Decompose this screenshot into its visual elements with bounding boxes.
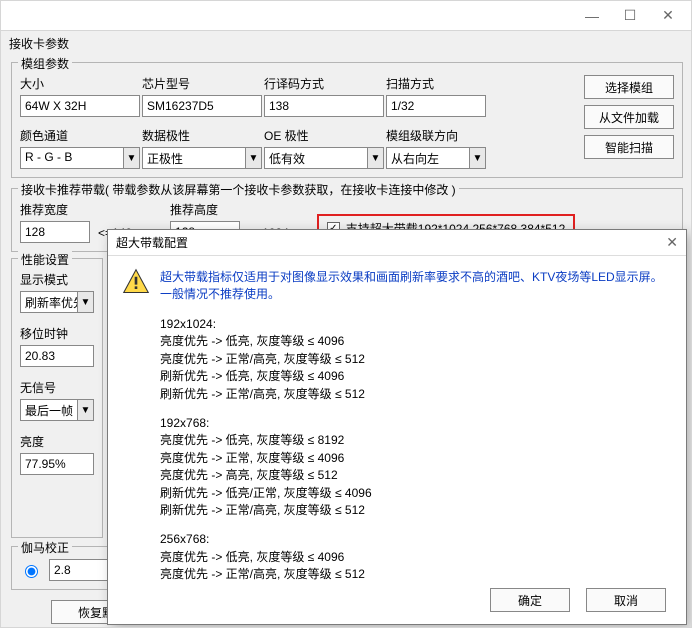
spec-line: 亮度优先 -> 正常/高亮, 灰度等级 ≤ 512 [160, 351, 670, 368]
module-params-legend: 模组参数 [18, 55, 72, 72]
dialog-body: 超大带载指标仅适用于对图像显示效果和画面刷新率要求不高的酒吧、KTV夜场等LED… [108, 256, 686, 580]
scan-label: 扫描方式 [386, 75, 486, 92]
chip-input[interactable] [142, 95, 262, 117]
maximize-button[interactable]: ☐ [611, 5, 649, 27]
spec-line: 亮度优先 -> 低亮, 灰度等级 ≤ 4096 [160, 333, 670, 350]
rec-height-label: 推荐高度 [170, 201, 240, 218]
cascade-select[interactable]: 从右向左 ▼ [386, 147, 486, 169]
spec-line: 刷新优先 -> 正常/高亮, 灰度等级 ≤ 512 [160, 386, 670, 403]
ok-button[interactable]: 确定 [490, 588, 570, 612]
chevron-down-icon: ▼ [123, 148, 139, 168]
chevron-down-icon: ▼ [77, 400, 93, 420]
spec-line: 亮度优先 -> 正常, 灰度等级 ≤ 4096 [160, 450, 670, 467]
gamma-legend: 伽马校正 [18, 539, 72, 556]
display-mode-label: 显示模式 [20, 271, 94, 288]
dialog-titlebar: 超大带载配置 ✕ [108, 230, 686, 256]
color-select[interactable]: R - G - B ▼ [20, 147, 140, 169]
chevron-down-icon: ▼ [367, 148, 383, 168]
huge-load-config-dialog: 超大带载配置 ✕ 超大带载指标仅适用于对图像显示效果和画面刷新率要求不高的酒吧、… [107, 229, 687, 625]
spec-line: 刷新优先 -> 正常/高亮, 灰度等级 ≤ 512 [160, 502, 670, 519]
rec-width-input[interactable] [20, 221, 90, 243]
chevron-down-icon: ▼ [77, 292, 93, 312]
gamma-value-input[interactable] [49, 559, 109, 581]
spec-block: 192x768:亮度优先 -> 低亮, 灰度等级 ≤ 8192亮度优先 -> 正… [160, 415, 670, 519]
dialog-title: 超大带载配置 [116, 234, 188, 251]
window-title: 接收卡参数 [1, 31, 691, 52]
minimize-button[interactable]: — [573, 5, 611, 27]
decode-input[interactable] [264, 95, 384, 117]
spec-line: 亮度优先 -> 高亮, 灰度等级 ≤ 512 [160, 467, 670, 484]
shift-clock-label: 移位时钟 [20, 325, 94, 342]
decode-label: 行译码方式 [264, 75, 384, 92]
chevron-down-icon: ▼ [245, 148, 261, 168]
oe-select[interactable]: 低有效 ▼ [264, 147, 384, 169]
spec-line: 刷新优先 -> 低亮, 灰度等级 ≤ 4096 [160, 368, 670, 385]
spec-header: 192x768: [160, 415, 670, 432]
recommend-legend: 接收卡推荐带载( 带载参数从该屏幕第一个接收卡参数获取，在接收卡连接中修改 ) [18, 181, 459, 198]
chip-label: 芯片型号 [142, 75, 262, 92]
oe-label: OE 极性 [264, 127, 384, 144]
main-window: — ☐ ✕ 接收卡参数 模组参数 大小 芯片型号 行译码方式 [0, 0, 692, 628]
scan-input[interactable] [386, 95, 486, 117]
warning-icon [122, 268, 150, 296]
data-polarity-select[interactable]: 正极性 ▼ [142, 147, 262, 169]
titlebar: — ☐ ✕ [1, 1, 691, 31]
color-label: 颜色通道 [20, 127, 140, 144]
select-module-button[interactable]: 选择模组 [584, 75, 674, 99]
rec-width-label: 推荐宽度 [20, 201, 90, 218]
close-icon[interactable]: ✕ [666, 234, 678, 251]
perf-group: 性能设置 显示模式 刷新率优先 ▼ 移位时钟 无信号 最后一帧 ▼ [11, 258, 103, 538]
spec-line: 亮度优先 -> 低亮, 灰度等级 ≤ 4096 [160, 549, 670, 566]
brightness-input[interactable] [20, 453, 94, 475]
gamma-radio[interactable] [25, 565, 38, 578]
brightness-label: 亮度 [20, 433, 94, 450]
nosignal-label: 无信号 [20, 379, 94, 396]
spec-header: 256x768: [160, 531, 670, 548]
spec-line: 亮度优先 -> 正常/高亮, 灰度等级 ≤ 512 [160, 566, 670, 580]
shift-clock-input[interactable] [20, 345, 94, 367]
spec-list: 192x1024:亮度优先 -> 低亮, 灰度等级 ≤ 4096亮度优先 -> … [160, 316, 670, 580]
warning-text: 超大带载指标仅适用于对图像显示效果和画面刷新率要求不高的酒吧、KTV夜场等LED… [160, 268, 663, 302]
nosignal-select[interactable]: 最后一帧 ▼ [20, 399, 94, 421]
spec-line: 刷新优先 -> 低亮/正常, 灰度等级 ≤ 4096 [160, 485, 670, 502]
data-polarity-label: 数据极性 [142, 127, 262, 144]
module-params-group: 模组参数 大小 芯片型号 行译码方式 [11, 62, 683, 178]
spec-block: 256x768:亮度优先 -> 低亮, 灰度等级 ≤ 4096亮度优先 -> 正… [160, 531, 670, 580]
dialog-buttons: 确定 取消 [108, 580, 686, 624]
chevron-down-icon: ▼ [469, 148, 485, 168]
smart-scan-button[interactable]: 智能扫描 [584, 135, 674, 159]
perf-legend: 性能设置 [18, 251, 72, 268]
spec-block: 192x1024:亮度优先 -> 低亮, 灰度等级 ≤ 4096亮度优先 -> … [160, 316, 670, 403]
cascade-label: 模组级联方向 [386, 127, 486, 144]
spec-line: 亮度优先 -> 低亮, 灰度等级 ≤ 8192 [160, 432, 670, 449]
cancel-button[interactable]: 取消 [586, 588, 666, 612]
display-mode-select[interactable]: 刷新率优先 ▼ [20, 291, 94, 313]
close-button[interactable]: ✕ [649, 5, 687, 27]
load-from-file-button[interactable]: 从文件加载 [584, 105, 674, 129]
size-label: 大小 [20, 75, 140, 92]
size-input[interactable] [20, 95, 140, 117]
spec-header: 192x1024: [160, 316, 670, 333]
